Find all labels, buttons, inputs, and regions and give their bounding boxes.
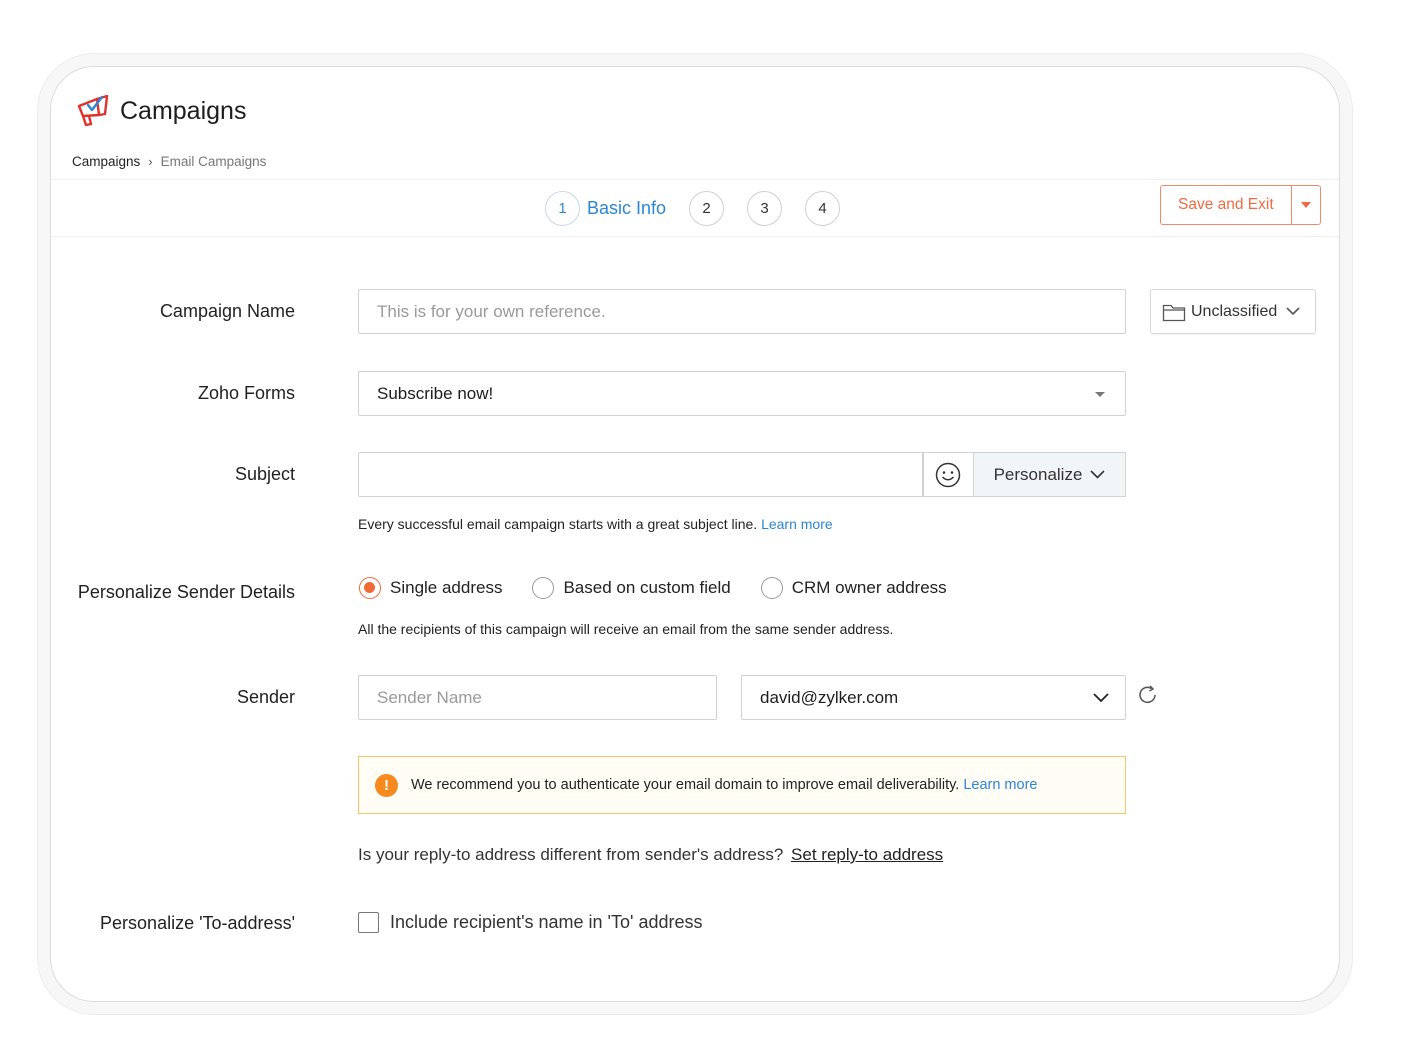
- sender-name-placeholder: Sender Name: [377, 687, 482, 707]
- warning-icon: !: [375, 773, 398, 797]
- zoho-forms-label: Zoho Forms: [197, 383, 295, 403]
- app-window: Campaigns Campaigns › Email Campaigns 1 …: [50, 66, 1340, 1002]
- radio-custom-field[interactable]: Based on custom field: [532, 577, 731, 599]
- radio-unselected-icon: [760, 577, 783, 599]
- save-exit-group: Save and Exit: [1160, 185, 1321, 225]
- chevron-down-icon: [1090, 470, 1105, 479]
- stepper: 1 Basic Info 2 3 4: [545, 191, 841, 226]
- save-options-dropdown[interactable]: [1290, 185, 1321, 225]
- breadcrumb-campaigns[interactable]: Campaigns: [72, 154, 140, 169]
- chevron-down-icon: [1286, 307, 1300, 316]
- personalize-label: Personalize: [993, 464, 1083, 484]
- caret-down-icon: [1300, 202, 1311, 208]
- breadcrumb: Campaigns › Email Campaigns: [72, 154, 266, 169]
- reply-to-question: Is your reply-to address different from …: [358, 845, 784, 864]
- domain-auth-alert: ! We recommend you to authenticate your …: [358, 756, 1126, 814]
- breadcrumb-separator: ›: [148, 154, 153, 169]
- zoho-forms-select[interactable]: Subscribe now!: [358, 371, 1126, 416]
- campaign-name-placeholder: This is for your own reference.: [377, 301, 606, 321]
- sender-label: Sender: [236, 687, 295, 707]
- smiley-icon: [935, 462, 961, 487]
- radio-single-address-label: Single address: [390, 578, 503, 597]
- radio-crm-owner-label: CRM owner address: [791, 578, 947, 597]
- campaign-name-label: Campaign Name: [159, 301, 295, 321]
- step-1-label[interactable]: Basic Info: [587, 198, 666, 219]
- sender-email-select[interactable]: david@zylker.com: [741, 675, 1126, 720]
- subject-hint: Every successful email campaign starts w…: [358, 516, 833, 532]
- subject-hint-text: Every successful email campaign starts w…: [358, 516, 758, 532]
- campaign-name-input[interactable]: This is for your own reference.: [358, 289, 1126, 334]
- breadcrumb-email-campaigns: Email Campaigns: [160, 154, 267, 169]
- sender-email-value: david@zylker.com: [760, 687, 899, 707]
- to-address-label: Personalize 'To-address': [100, 913, 295, 933]
- megaphone-icon: [77, 94, 109, 127]
- folder-dropdown[interactable]: Unclassified: [1150, 289, 1316, 334]
- include-recipient-name-checkbox[interactable]: Include recipient's name in 'To' address: [358, 912, 702, 933]
- sender-details-label: Personalize Sender Details: [77, 582, 295, 602]
- caret-down-icon: [1095, 392, 1105, 397]
- subject-label: Subject: [234, 464, 295, 484]
- sender-name-input[interactable]: Sender Name: [358, 675, 717, 720]
- refresh-icon[interactable]: [1137, 684, 1159, 706]
- reply-to-row: Is your reply-to address different from …: [358, 845, 943, 865]
- sender-details-hint: All the recipients of this campaign will…: [358, 621, 894, 637]
- alert-learn-more-link[interactable]: Learn more: [963, 777, 1037, 793]
- sender-details-radio-group: Single address Based on custom field CRM…: [359, 577, 977, 599]
- personalize-dropdown[interactable]: Personalize: [973, 452, 1126, 497]
- save-and-exit-button[interactable]: Save and Exit: [1160, 185, 1291, 225]
- radio-single-address[interactable]: Single address: [359, 577, 502, 599]
- include-recipient-name-label: Include recipient's name in 'To' address: [390, 912, 703, 932]
- chevron-down-icon: [1093, 693, 1109, 703]
- radio-selected-icon: [359, 577, 381, 599]
- subject-learn-more-link[interactable]: Learn more: [761, 516, 833, 532]
- zoho-forms-value: Subscribe now!: [377, 383, 494, 403]
- radio-crm-owner[interactable]: CRM owner address: [760, 577, 947, 599]
- step-1[interactable]: 1: [545, 191, 580, 226]
- emoji-button[interactable]: [922, 452, 974, 497]
- checkbox-icon: [358, 912, 379, 933]
- step-4[interactable]: 4: [805, 191, 841, 226]
- radio-unselected-icon: [532, 577, 555, 599]
- folder-icon: [1162, 304, 1186, 321]
- radio-custom-field-label: Based on custom field: [563, 578, 731, 597]
- alert-text: We recommend you to authenticate your em…: [411, 777, 960, 793]
- subject-input[interactable]: [358, 452, 924, 497]
- step-bar: 1 Basic Info 2 3 4 Save and Exit: [51, 179, 1339, 237]
- folder-value: Unclassified: [1191, 302, 1278, 320]
- step-2[interactable]: 2: [689, 191, 725, 226]
- set-reply-to-link[interactable]: Set reply-to address: [791, 845, 943, 864]
- app-title: Campaigns: [120, 97, 247, 125]
- step-3[interactable]: 3: [747, 191, 783, 226]
